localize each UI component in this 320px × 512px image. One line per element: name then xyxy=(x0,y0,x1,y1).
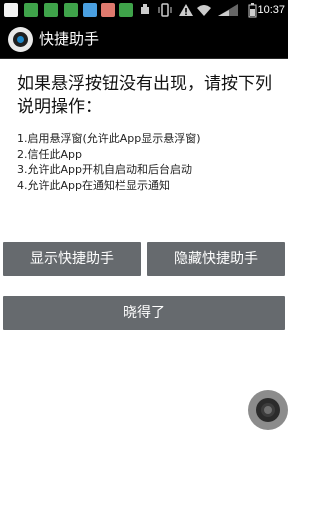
chat-icon xyxy=(44,3,58,17)
floating-core-icon xyxy=(261,403,275,417)
step-3: 3.允许此App开机自启动和后台启动 xyxy=(17,163,192,176)
usb-icon xyxy=(141,4,149,14)
battery-icon xyxy=(248,3,257,18)
clock: 10:37 xyxy=(257,4,285,16)
step-1: 1.启用悬浮窗(允许此App显示悬浮窗) xyxy=(17,132,201,145)
step-4: 4.允许此App在通知栏显示通知 xyxy=(17,178,170,192)
app-title: 快捷助手 xyxy=(39,30,100,48)
signal-icon xyxy=(218,4,238,16)
instruction-heading: 如果悬浮按钮没有出现，请按下列说明操作： xyxy=(17,74,272,117)
wifi-icon xyxy=(197,5,211,16)
download-icon xyxy=(119,3,133,17)
app-logo-icon[interactable] xyxy=(8,27,33,52)
step-2: 2.信任此App xyxy=(17,147,82,161)
show-assistant-button[interactable]: 显示快捷助手 xyxy=(3,242,141,276)
status-bar: 10:37 xyxy=(0,0,288,20)
hide-assistant-button[interactable]: 隐藏快捷助手 xyxy=(147,242,285,276)
floating-assistant-button[interactable] xyxy=(248,390,288,430)
notification-icon xyxy=(4,3,18,17)
app-bar: 快捷助手 xyxy=(0,20,288,59)
message-icon xyxy=(24,3,38,17)
app-icon xyxy=(101,3,115,17)
vibrate-icon xyxy=(158,3,172,17)
weather-icon xyxy=(83,3,97,17)
warning-icon xyxy=(179,4,193,16)
photo-icon xyxy=(64,3,78,17)
got-it-button[interactable]: 晓得了 xyxy=(3,296,285,330)
instruction-steps: 1.启用悬浮窗(允许此App显示悬浮窗) 2.信任此App 3.允许此App开机… xyxy=(17,131,279,193)
